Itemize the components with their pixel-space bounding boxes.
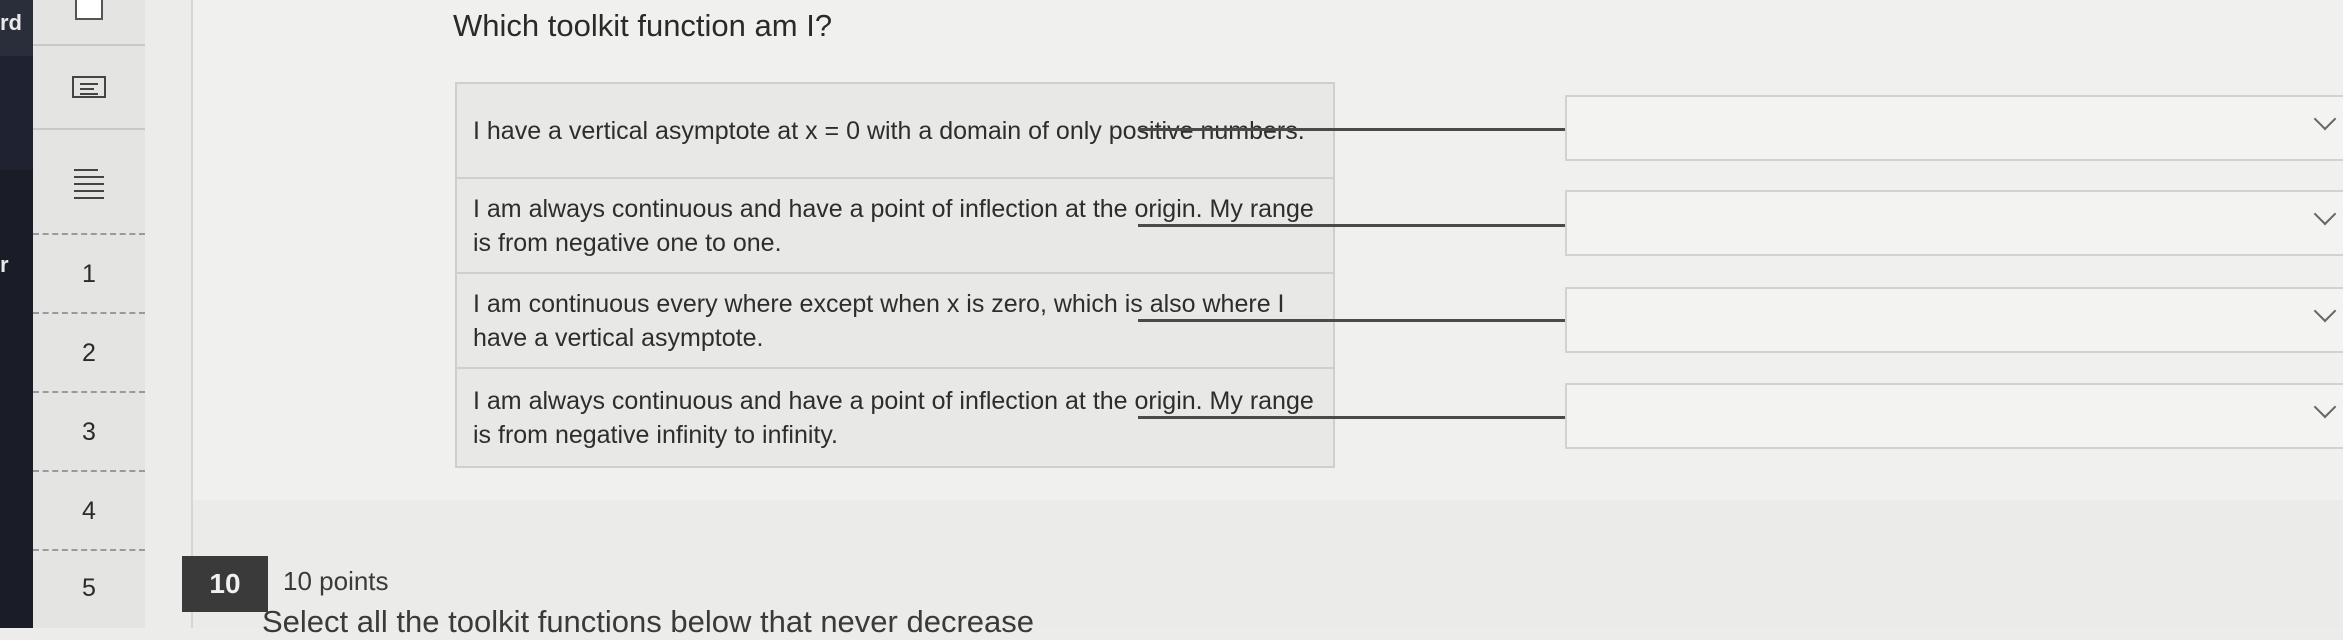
next-question-prompt: Select all the toolkit functions below t… — [262, 604, 1035, 639]
question-points: 10 points — [283, 566, 389, 596]
chevron-down-icon — [2313, 299, 2337, 323]
nav-divider — [33, 549, 145, 551]
answer-dropdown-1[interactable] — [1565, 95, 2343, 161]
strip-lower-block — [0, 170, 33, 628]
nav-divider — [33, 44, 145, 46]
nav-question-3[interactable]: 3 — [33, 418, 145, 447]
prompt-item-1: I have a vertical asymptote at x = 0 wit… — [457, 84, 1333, 179]
chevron-down-icon — [2313, 395, 2337, 419]
answer-dropdown-2[interactable] — [1565, 190, 2343, 256]
list-lines-icon[interactable] — [33, 166, 145, 200]
question-number-badge: 10 — [182, 556, 268, 612]
edge-label-top: rd — [0, 10, 22, 35]
question-panel: Which toolkit function am I? I have a ve… — [193, 0, 2343, 500]
left-edge-strip: rd r — [0, 0, 33, 628]
nav-divider — [33, 233, 145, 235]
checkbox-icon[interactable] — [33, 0, 145, 20]
nav-question-1[interactable]: 1 — [33, 260, 145, 289]
nav-divider — [33, 470, 145, 472]
question-title: Which toolkit function am I? — [453, 8, 833, 43]
answer-dropdown-4[interactable] — [1565, 383, 2343, 449]
nav-question-2[interactable]: 2 — [33, 339, 145, 368]
answer-dropdown-3[interactable] — [1565, 287, 2343, 353]
nav-divider — [33, 391, 145, 393]
matching-prompts: I have a vertical asymptote at x = 0 wit… — [455, 82, 1335, 468]
chevron-down-icon — [2313, 107, 2337, 131]
nav-divider — [33, 128, 145, 130]
chevron-down-icon — [2313, 202, 2337, 226]
nav-divider — [33, 312, 145, 314]
nav-question-5[interactable]: 5 — [33, 574, 145, 603]
notes-icon[interactable] — [33, 76, 145, 100]
edge-label-mid: r — [0, 252, 9, 277]
question-nav: 1 2 3 4 5 — [33, 0, 145, 628]
nav-question-4[interactable]: 4 — [33, 497, 145, 526]
